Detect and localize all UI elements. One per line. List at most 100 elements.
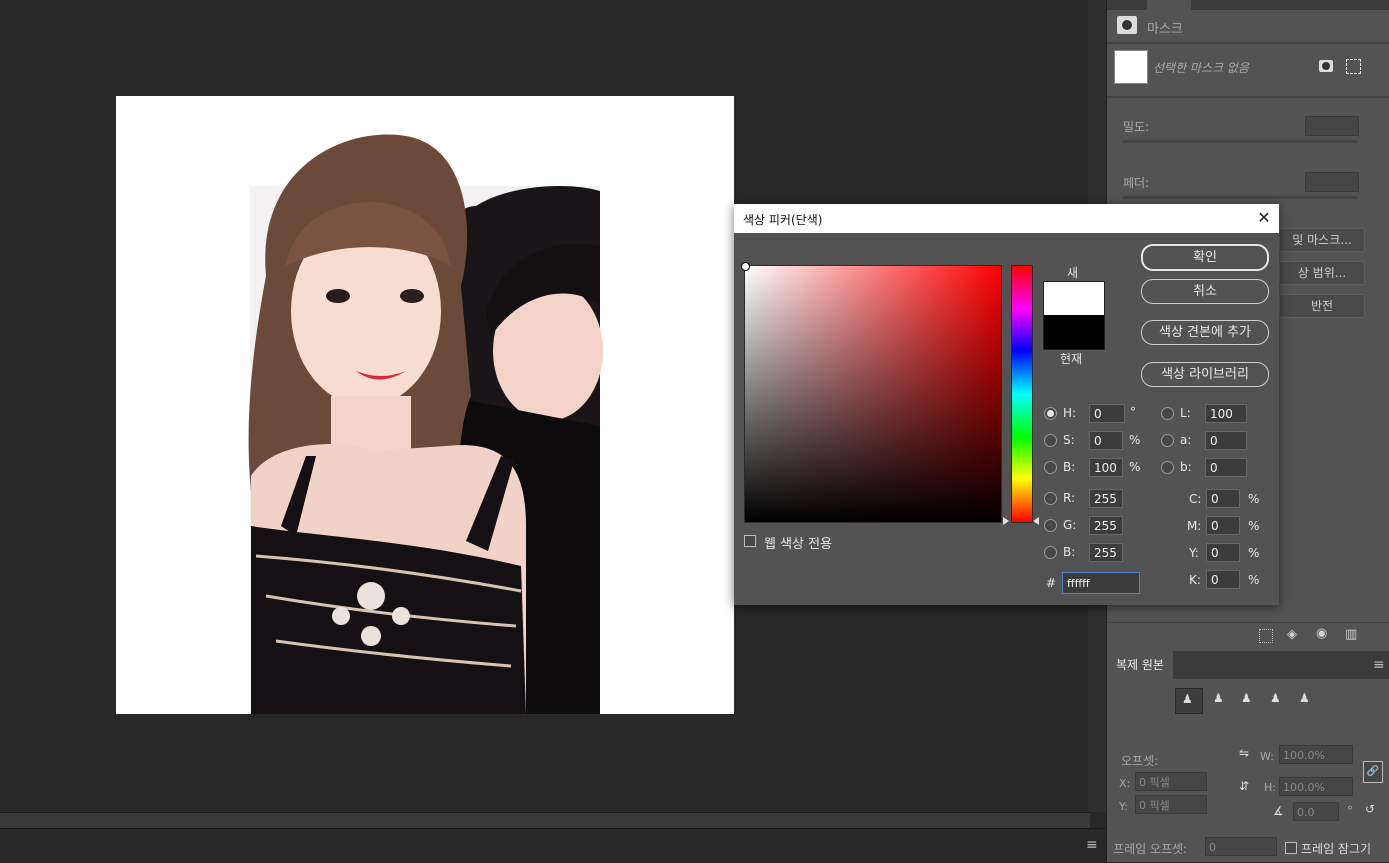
offset-x-field[interactable]: 0 픽셀: [1135, 772, 1207, 791]
k-label: K:: [1189, 573, 1201, 587]
hue-slider[interactable]: [1011, 265, 1033, 523]
radio-s[interactable]: [1044, 434, 1057, 447]
color-picker-dialog: 색상 피커(단색) ✕ 새 현재 확인 취소 색상 견본에 추가 색상 라이브러…: [734, 204, 1279, 605]
h-input[interactable]: 0: [1089, 404, 1125, 423]
feather-label: 페더:: [1123, 176, 1150, 190]
scale-w-field[interactable]: 100.0%: [1279, 745, 1353, 764]
current-color-swatch[interactable]: [1043, 315, 1105, 350]
radio-h[interactable]: [1044, 407, 1057, 420]
panel-menu-icon[interactable]: ≡: [1086, 837, 1098, 853]
lock-frame-checkbox[interactable]: [1285, 842, 1297, 854]
rgb-b-label: B:: [1063, 545, 1076, 559]
radio-l[interactable]: [1161, 407, 1174, 420]
add-to-swatches-button[interactable]: 색상 견본에 추가: [1141, 320, 1269, 345]
clone-source-2-icon[interactable]: ♟: [1207, 688, 1231, 712]
clone-source-1-icon[interactable]: ♟: [1175, 688, 1203, 714]
link-icon[interactable]: 🔗: [1363, 761, 1383, 783]
w-label: W:: [1260, 750, 1274, 763]
feather-slider[interactable]: [1123, 196, 1357, 199]
y-label: Y:: [1119, 800, 1128, 813]
g-label: G:: [1063, 518, 1077, 532]
angle-unit: °: [1347, 804, 1353, 818]
hex-input[interactable]: ffffff: [1062, 572, 1140, 594]
properties-footer: ◈ ◉ ▥: [1107, 622, 1389, 651]
k-unit: %: [1248, 573, 1260, 587]
close-icon[interactable]: ✕: [1254, 208, 1274, 228]
c-input[interactable]: 0: [1206, 489, 1240, 508]
radio-g[interactable]: [1044, 519, 1057, 532]
offset-y-field[interactable]: 0 픽셀: [1135, 795, 1207, 814]
cancel-button[interactable]: 취소: [1141, 279, 1269, 304]
m-input[interactable]: 0: [1206, 516, 1240, 535]
web-colors-label: 웹 색상 전용: [764, 537, 833, 552]
c-unit: %: [1248, 492, 1260, 506]
hue-slider-left-arrow-icon[interactable]: [1003, 517, 1009, 525]
flip-horizontal-icon[interactable]: ⇋: [1239, 746, 1249, 760]
load-selection-icon[interactable]: [1259, 629, 1273, 643]
tab-clone-source[interactable]: 복제 원본: [1107, 651, 1173, 679]
radio-a[interactable]: [1161, 434, 1174, 447]
r-input[interactable]: 255: [1089, 489, 1123, 508]
new-color-swatch: [1043, 281, 1105, 316]
rgb-b-input[interactable]: 255: [1089, 543, 1123, 562]
clone-source-3-icon[interactable]: ♟: [1235, 688, 1259, 712]
m-unit: %: [1248, 519, 1260, 533]
radio-rgb-b[interactable]: [1044, 546, 1057, 559]
color-libraries-button[interactable]: 색상 라이브러리: [1141, 362, 1269, 387]
mask-title: 마스크: [1147, 22, 1183, 37]
vector-mask-icon[interactable]: [1346, 59, 1361, 74]
horizontal-scrollbar[interactable]: [0, 812, 1090, 829]
density-field[interactable]: [1305, 116, 1359, 136]
color-field[interactable]: [741, 262, 1002, 523]
clone-source-5-icon[interactable]: ♟: [1293, 688, 1317, 712]
invert-button[interactable]: 반전: [1279, 294, 1365, 318]
scale-h-field[interactable]: 100.0%: [1279, 777, 1353, 796]
dialog-title: 색상 피커(단색): [743, 213, 823, 227]
l-label: L:: [1180, 406, 1191, 420]
apply-mask-icon[interactable]: ◈: [1287, 627, 1297, 642]
h-label: H:: [1063, 406, 1077, 420]
m-label: M:: [1187, 519, 1202, 533]
radio-b[interactable]: [1044, 461, 1057, 474]
pixel-mask-icon[interactable]: [1319, 60, 1333, 72]
clone-source-4-icon[interactable]: ♟: [1264, 688, 1288, 712]
color-field-cursor[interactable]: [741, 262, 750, 271]
a-label: a:: [1180, 433, 1192, 447]
l-input[interactable]: 100: [1205, 404, 1247, 423]
angle-field[interactable]: 0.0: [1293, 802, 1339, 821]
mask-thumbnail[interactable]: [1114, 50, 1148, 84]
hex-label: #: [1046, 576, 1057, 590]
hue-slider-right-arrow-icon[interactable]: [1033, 517, 1039, 525]
a-input[interactable]: 0: [1205, 431, 1247, 450]
frame-offset-label: 프레임 오프셋:: [1113, 842, 1188, 856]
panel-tab-strip: [1107, 0, 1389, 10]
eye-icon[interactable]: ◉: [1316, 626, 1327, 641]
status-bar: ≡: [0, 828, 1106, 863]
g-input[interactable]: 255: [1089, 516, 1123, 535]
c-label: C:: [1189, 492, 1202, 506]
reset-transform-icon[interactable]: ↺: [1365, 802, 1375, 816]
ok-button[interactable]: 확인: [1141, 244, 1269, 271]
frame-offset-field[interactable]: 0: [1205, 837, 1277, 856]
feather-field[interactable]: [1305, 172, 1359, 192]
active-panel-tab[interactable]: [1147, 0, 1191, 10]
radio-lab-b[interactable]: [1161, 461, 1174, 474]
dialog-titlebar[interactable]: 색상 피커(단색) ✕: [734, 204, 1279, 233]
density-slider[interactable]: [1123, 140, 1357, 143]
y-input[interactable]: 0: [1206, 543, 1240, 562]
document-canvas[interactable]: [116, 96, 734, 714]
clone-panel-menu-icon[interactable]: ≡: [1373, 657, 1385, 673]
k-input[interactable]: 0: [1206, 570, 1240, 589]
photo-image: [248, 134, 603, 714]
radio-r[interactable]: [1044, 492, 1057, 505]
y-label: Y:: [1189, 546, 1199, 560]
flip-vertical-icon[interactable]: ⇵: [1239, 779, 1249, 793]
lab-b-input[interactable]: 0: [1205, 458, 1247, 477]
trash-icon[interactable]: ▥: [1345, 627, 1357, 642]
s-input[interactable]: 0: [1089, 431, 1123, 450]
density-label: 밀도:: [1123, 120, 1150, 134]
web-colors-checkbox[interactable]: [744, 535, 756, 547]
select-and-mask-button[interactable]: 및 마스크...: [1279, 228, 1365, 252]
color-range-button[interactable]: 상 범위...: [1279, 261, 1365, 285]
b-input[interactable]: 100: [1089, 458, 1123, 477]
